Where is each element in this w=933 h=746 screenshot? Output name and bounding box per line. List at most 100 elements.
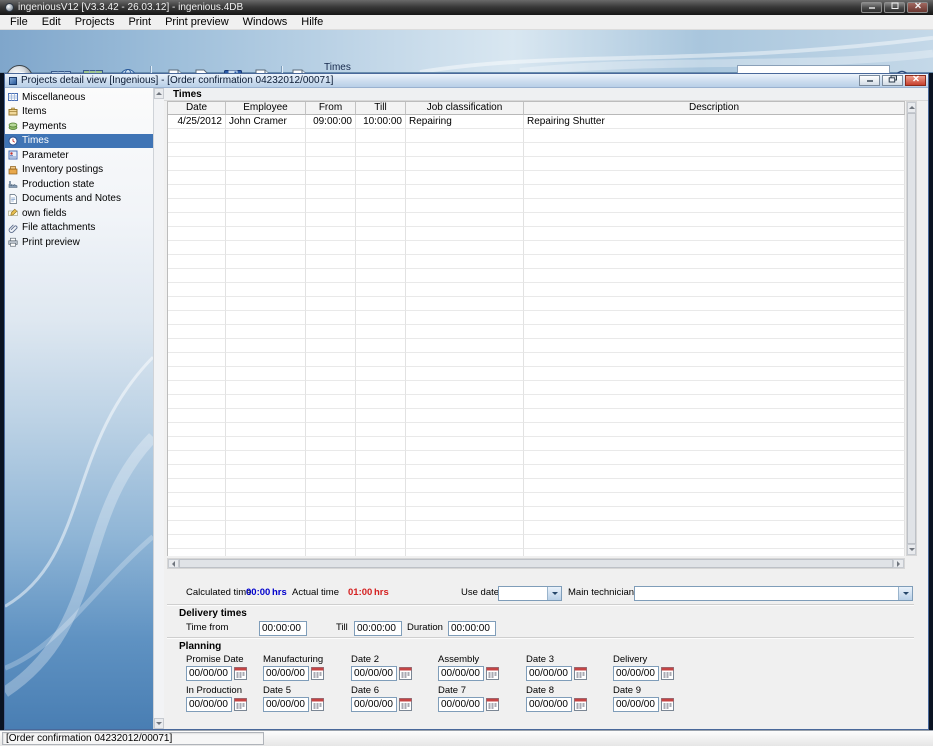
scroll-down-arrow[interactable]: [154, 718, 164, 729]
calendar-button[interactable]: [234, 698, 247, 711]
sidebar-item-miscellaneous[interactable]: Miscellaneous: [5, 90, 153, 105]
table-row-empty[interactable]: [168, 409, 905, 423]
table-row-empty[interactable]: [168, 241, 905, 255]
maximize-button[interactable]: [884, 2, 905, 13]
calendar-button[interactable]: [399, 698, 412, 711]
table-row-empty[interactable]: [168, 507, 905, 521]
calendar-button[interactable]: [574, 667, 587, 680]
scroll-up-arrow[interactable]: [907, 102, 916, 113]
table-row-empty[interactable]: [168, 451, 905, 465]
table-row-empty[interactable]: [168, 493, 905, 507]
table-row-empty[interactable]: [168, 339, 905, 353]
planning-input-date-2[interactable]: [351, 666, 397, 681]
table-row-empty[interactable]: [168, 367, 905, 381]
column-header-date[interactable]: Date: [168, 102, 226, 115]
table-row-empty[interactable]: [168, 227, 905, 241]
column-header-till[interactable]: Till: [356, 102, 406, 115]
menu-item-projects[interactable]: Projects: [68, 15, 122, 29]
menu-item-windows[interactable]: Windows: [236, 15, 295, 29]
menu-item-file[interactable]: File: [3, 15, 35, 29]
table-vertical-scrollbar[interactable]: [906, 101, 917, 556]
planning-input-assembly[interactable]: [438, 666, 484, 681]
planning-input-date-8[interactable]: [526, 697, 572, 712]
close-button[interactable]: [907, 2, 928, 13]
sidebar-item-documents-and-notes[interactable]: Documents and Notes: [5, 192, 153, 207]
sidebar-item-print-preview[interactable]: Print preview: [5, 235, 153, 250]
minimize-button[interactable]: [861, 2, 882, 13]
table-row-empty[interactable]: [168, 521, 905, 535]
main-technician-dropdown[interactable]: [634, 586, 913, 601]
sidebar-item-items[interactable]: Items: [5, 105, 153, 120]
table-row-empty[interactable]: [168, 535, 905, 549]
menu-item-edit[interactable]: Edit: [35, 15, 68, 29]
table-row-empty[interactable]: [168, 325, 905, 339]
table-row-empty[interactable]: [168, 269, 905, 283]
calendar-button[interactable]: [311, 667, 324, 680]
calendar-button[interactable]: [486, 698, 499, 711]
calendar-button[interactable]: [661, 667, 674, 680]
sidebar-item-inventory-postings[interactable]: Inventory postings: [5, 163, 153, 178]
duration-input[interactable]: [448, 621, 496, 636]
planning-input-date-6[interactable]: [351, 697, 397, 712]
scroll-right-arrow[interactable]: [893, 559, 904, 568]
planning-input-date-9[interactable]: [613, 697, 659, 712]
table-row-empty[interactable]: [168, 423, 905, 437]
table-row-empty[interactable]: [168, 255, 905, 269]
column-header-from[interactable]: From: [306, 102, 356, 115]
table-row-empty[interactable]: [168, 395, 905, 409]
use-date-dropdown[interactable]: [498, 586, 562, 601]
planning-input-promise-date[interactable]: [186, 666, 232, 681]
planning-input-date-7[interactable]: [438, 697, 484, 712]
menu-item-print-preview[interactable]: Print preview: [158, 15, 236, 29]
sidebar-item-production-state[interactable]: Production state: [5, 177, 153, 192]
column-header-job-classification[interactable]: Job classification: [406, 102, 524, 115]
table-row-empty[interactable]: [168, 297, 905, 311]
time-from-input[interactable]: [259, 621, 307, 636]
table-row-empty[interactable]: [168, 381, 905, 395]
sidebar-item-file-attachments[interactable]: File attachments: [5, 221, 153, 236]
child-title-bar[interactable]: Projects detail view [Ingenious] - [Orde…: [5, 74, 928, 88]
table-row-empty[interactable]: [168, 283, 905, 297]
table-row-empty[interactable]: [168, 479, 905, 493]
planning-input-in-production[interactable]: [186, 697, 232, 712]
table-horizontal-scrollbar[interactable]: [167, 558, 905, 569]
till-input[interactable]: [354, 621, 402, 636]
table-row[interactable]: 4/25/2012 John Cramer 09:00:00 10:00:00 Repa…: [168, 115, 905, 129]
child-restore-button[interactable]: [882, 75, 903, 86]
calendar-button[interactable]: [661, 698, 674, 711]
table-row-empty[interactable]: [168, 199, 905, 213]
planning-input-delivery[interactable]: [613, 666, 659, 681]
table-row-empty[interactable]: [168, 171, 905, 185]
calendar-button[interactable]: [486, 667, 499, 680]
planning-input-date-3[interactable]: [526, 666, 572, 681]
table-row-empty[interactable]: [168, 549, 905, 556]
calendar-button[interactable]: [234, 667, 247, 680]
child-minimize-button[interactable]: [859, 75, 880, 86]
sidebar-item-payments[interactable]: Payments: [5, 119, 153, 134]
table-row-empty[interactable]: [168, 213, 905, 227]
calendar-button[interactable]: [311, 698, 324, 711]
menu-item-hilfe[interactable]: Hilfe: [294, 15, 330, 29]
planning-input-date-5[interactable]: [263, 697, 309, 712]
planning-input-manufacturing[interactable]: [263, 666, 309, 681]
calendar-button[interactable]: [399, 667, 412, 680]
table-row-empty[interactable]: [168, 157, 905, 171]
sidebar-item-times[interactable]: Times: [5, 133, 153, 148]
column-header-employee[interactable]: Employee: [226, 102, 306, 115]
table-row-empty[interactable]: [168, 465, 905, 479]
calendar-button[interactable]: [574, 698, 587, 711]
scrollbar-thumb[interactable]: [907, 113, 916, 544]
table-row-empty[interactable]: [168, 129, 905, 143]
table-row-empty[interactable]: [168, 437, 905, 451]
table-row-empty[interactable]: [168, 185, 905, 199]
scrollbar-thumb[interactable]: [179, 559, 893, 568]
table-row-empty[interactable]: [168, 311, 905, 325]
menu-item-print[interactable]: Print: [121, 15, 158, 29]
scroll-up-arrow[interactable]: [154, 88, 164, 99]
scroll-left-arrow[interactable]: [168, 559, 179, 568]
table-row-empty[interactable]: [168, 353, 905, 367]
sidebar-item-parameter[interactable]: Parameter: [5, 148, 153, 163]
table-row-empty[interactable]: [168, 143, 905, 157]
column-header-description[interactable]: Description: [524, 102, 905, 115]
sidebar-item-own-fields[interactable]: own fields: [5, 206, 153, 221]
